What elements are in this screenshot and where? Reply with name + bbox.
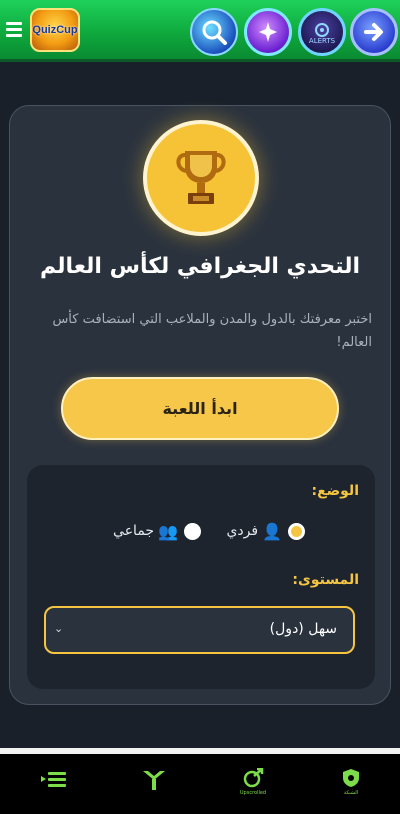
nav-upscrolled-label: Upscrolled bbox=[239, 790, 267, 796]
menu-icon[interactable] bbox=[6, 22, 22, 38]
chevron-down-icon: ⌄ bbox=[54, 622, 64, 635]
nav-network[interactable]: الشبكة bbox=[331, 768, 371, 804]
game-card: التحدي الجغرافي لكأس العالم اختبر معرفتك… bbox=[9, 105, 391, 705]
logo-text: QuizCup bbox=[32, 24, 78, 36]
start-game-button[interactable]: ابدأ اللعبة bbox=[61, 377, 339, 440]
mode-group-radio[interactable] bbox=[184, 522, 201, 540]
mode-single-radio[interactable] bbox=[288, 522, 305, 540]
exit-icon[interactable] bbox=[350, 8, 398, 56]
quizcup-logo[interactable]: QuizCup bbox=[30, 8, 80, 52]
trophy-icon bbox=[176, 151, 226, 204]
y-logo-icon bbox=[143, 771, 165, 790]
search-icon[interactable] bbox=[190, 8, 238, 56]
alerts-label: ALERTS bbox=[308, 37, 336, 45]
nav-upscrolled[interactable]: Upscrolled bbox=[233, 768, 273, 804]
game-subtitle: اختبر معرفتك بالدول والمدن والملاعب التي… bbox=[52, 312, 372, 350]
person-icon: 👤 bbox=[262, 521, 282, 541]
alerts-icon[interactable]: ALERTS bbox=[298, 8, 346, 56]
mode-group-label: جماعي bbox=[113, 523, 155, 539]
list-icon bbox=[41, 772, 66, 787]
level-select-value: سهل (دول) bbox=[269, 621, 337, 637]
group-icon: 👥 bbox=[158, 521, 178, 541]
level-label: المستوى: bbox=[292, 572, 359, 588]
mode-label: الوضع: bbox=[311, 483, 359, 499]
top-bar: QuizCup ALERTS bbox=[0, 0, 400, 62]
shield-icon bbox=[343, 769, 359, 787]
level-select[interactable]: سهل (دول) ⌄ bbox=[44, 606, 355, 654]
mode-group-option[interactable]: 👥 جماعي bbox=[113, 519, 201, 543]
game-options-panel: الوضع: 👤 فردي 👥 جماعي المستوى: سهل (دول)… bbox=[27, 465, 375, 689]
magic-icon[interactable] bbox=[244, 8, 292, 56]
game-title: التحدي الجغرافي لكأس العالم bbox=[39, 254, 361, 279]
mode-single-option[interactable]: 👤 فردي bbox=[226, 519, 305, 543]
nav-network-label: الشبكة bbox=[343, 790, 359, 796]
nav-list[interactable] bbox=[34, 768, 74, 804]
mode-single-label: فردي bbox=[226, 523, 259, 539]
trophy-badge bbox=[143, 120, 259, 236]
upscrolled-icon bbox=[243, 768, 264, 788]
bottom-nav: Upscrolled الشبكة bbox=[0, 754, 400, 814]
nav-y[interactable] bbox=[134, 768, 174, 804]
